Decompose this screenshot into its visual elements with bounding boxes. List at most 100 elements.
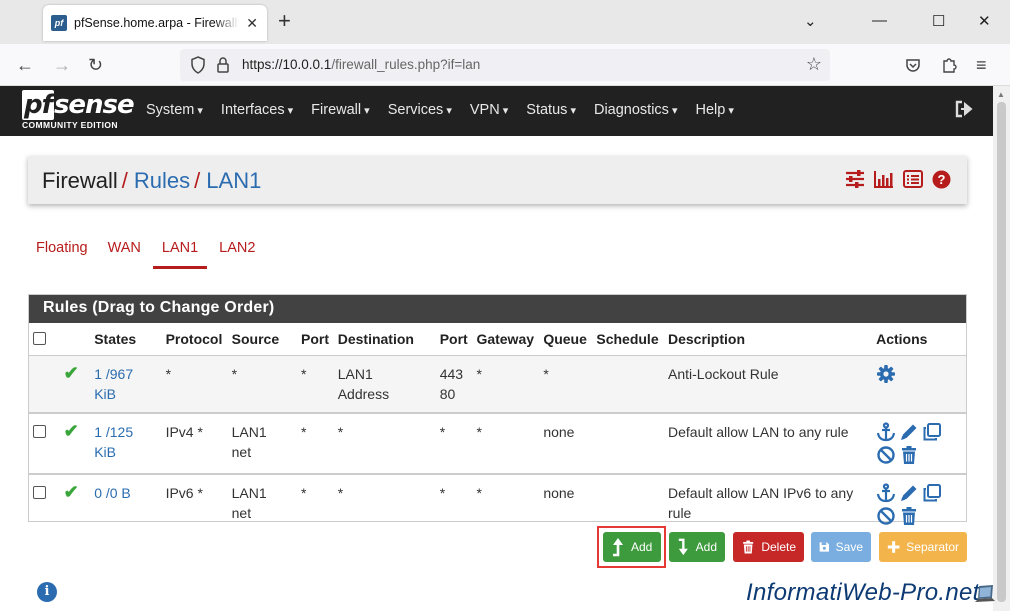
minimize-icon[interactable]: —: [872, 12, 887, 29]
pfsense-logo[interactable]: pfsense COMMUNITY EDITION: [22, 90, 135, 130]
help-icon[interactable]: ?: [932, 170, 951, 189]
separator-button[interactable]: Separator: [879, 532, 967, 562]
reload-icon[interactable]: ↻: [88, 55, 103, 76]
row-checkbox[interactable]: [33, 424, 46, 438]
add-bottom-button[interactable]: Add: [669, 532, 725, 562]
dest-port-cell: 443 80: [435, 354, 473, 413]
app-menu-icon[interactable]: ≡: [976, 55, 987, 76]
destination-cell: *: [333, 411, 436, 474]
schedule-cell: [592, 354, 664, 413]
tab-lan1[interactable]: LAN1: [152, 232, 208, 269]
port-cell: *: [297, 472, 334, 534]
interface-tabs: Floating WAN LAN1 LAN2: [28, 232, 267, 269]
col-gateway: Gateway: [476, 330, 535, 347]
info-icon[interactable]: i: [37, 582, 57, 602]
scrollbar-thumb[interactable]: [997, 102, 1006, 602]
table-row[interactable]: ✔ 0 /0 B IPv6 * LAN1 net * * * * none Def…: [29, 472, 966, 534]
pass-check-icon: ✔: [63, 362, 79, 383]
table-row[interactable]: ✔ 1 /125 KiB IPv4 * LAN1 net * * * * none …: [29, 411, 966, 474]
anchor-icon[interactable]: [876, 482, 896, 503]
anchor-icon[interactable]: [876, 421, 896, 442]
copy-icon[interactable]: [922, 483, 942, 503]
menu-firewall[interactable]: Firewall: [311, 102, 370, 118]
gear-icon[interactable]: [876, 364, 896, 384]
table-row[interactable]: ✔ 1 /967 KiB * * * LAN1 Address 443 80 * * …: [29, 354, 966, 413]
menu-services[interactable]: Services: [388, 102, 452, 118]
protocol-cell: *: [161, 354, 228, 413]
sliders-icon[interactable]: [845, 170, 865, 188]
menu-interfaces[interactable]: Interfaces: [221, 102, 293, 118]
tracking-shield-icon[interactable]: [190, 56, 206, 74]
close-window-icon[interactable]: ✕: [978, 12, 991, 30]
row-checkbox[interactable]: [33, 485, 46, 499]
bar-chart-icon[interactable]: [874, 170, 894, 188]
bookmark-star-icon[interactable]: ☆: [806, 54, 822, 75]
gateway-cell: *: [472, 411, 540, 474]
svg-text:?: ?: [938, 172, 946, 187]
extensions-icon[interactable]: [941, 56, 957, 74]
tab-list-chevron-icon[interactable]: ⌄: [804, 12, 817, 30]
laptop-logo-icon: [975, 585, 995, 602]
pass-check-icon: ✔: [63, 481, 79, 502]
description-cell: Default allow LAN to any rule: [664, 411, 873, 474]
forward-icon[interactable]: →: [53, 55, 71, 76]
rules-panel-title: Rules (Drag to Change Order): [29, 295, 966, 323]
new-tab-icon[interactable]: +: [278, 10, 291, 32]
menu-status[interactable]: Status: [526, 102, 576, 118]
col-source: Source: [231, 330, 280, 347]
rules-panel: Rules (Drag to Change Order) States Prot…: [28, 294, 967, 534]
back-icon[interactable]: ←: [16, 55, 34, 76]
states-cell[interactable]: 1 /967 KiB: [90, 354, 162, 413]
col-queue: Queue: [543, 330, 587, 347]
tab-lan2[interactable]: LAN2: [211, 232, 263, 269]
dest-port-cell: *: [435, 472, 473, 534]
gateway-cell: *: [472, 354, 540, 413]
maximize-icon[interactable]: ☐: [932, 12, 945, 30]
col-destination: Destination: [337, 330, 414, 347]
pfsense-navbar: pfsense COMMUNITY EDITION System Interfa…: [0, 86, 993, 136]
browser-tab-title: pfSense.home.arpa - Firewall: Rules: LAN…: [74, 16, 239, 30]
select-all-checkbox[interactable]: [33, 332, 46, 346]
edit-pencil-icon[interactable]: [899, 483, 919, 503]
disable-ban-icon[interactable]: [876, 506, 896, 526]
menu-diagnostics[interactable]: Diagnostics: [594, 102, 678, 118]
states-cell[interactable]: 0 /0 B: [90, 472, 162, 534]
schedule-cell: [592, 472, 664, 534]
floppy-disk-icon: [819, 542, 829, 552]
add-top-button[interactable]: Add: [603, 532, 661, 562]
page-content: Firewall / Rules / LAN1 ? Floating WAN LAN1 …: [0, 136, 995, 611]
delete-button[interactable]: Delete: [733, 532, 804, 562]
states-cell[interactable]: 1 /125 KiB: [90, 411, 162, 474]
col-port: Port: [301, 330, 329, 347]
pocket-icon[interactable]: [905, 57, 921, 73]
breadcrumb-rules[interactable]: Rules: [134, 168, 190, 193]
tab-floating[interactable]: Floating: [28, 232, 96, 269]
trash-icon[interactable]: [899, 445, 919, 465]
source-cell: LAN1 net: [227, 472, 297, 534]
scroll-up-icon[interactable]: ▲: [997, 90, 1005, 99]
address-bar[interactable]: https://10.0.0.1/firewall_rules.php?if=l…: [180, 49, 830, 81]
copy-icon[interactable]: [922, 422, 942, 442]
source-cell: *: [227, 354, 297, 413]
trash-icon[interactable]: [899, 506, 919, 526]
tab-wan[interactable]: WAN: [100, 232, 149, 269]
menu-help[interactable]: Help: [696, 102, 734, 118]
breadcrumb-lan1[interactable]: LAN1: [206, 168, 261, 193]
logout-icon[interactable]: [955, 100, 973, 118]
list-icon[interactable]: [903, 170, 923, 188]
close-tab-icon[interactable]: ✕: [246, 15, 258, 32]
lock-icon[interactable]: [216, 56, 230, 74]
menu-system[interactable]: System: [146, 102, 203, 118]
pfsense-favicon-icon: pf: [51, 15, 67, 31]
disable-ban-icon[interactable]: [876, 445, 896, 465]
browser-tab[interactable]: pf pfSense.home.arpa - Firewall: Rules: …: [43, 5, 267, 41]
menu-vpn[interactable]: VPN: [470, 102, 508, 118]
edit-pencil-icon[interactable]: [899, 422, 919, 442]
save-button[interactable]: Save: [811, 532, 871, 562]
page-scrollbar[interactable]: ▲: [993, 86, 1010, 611]
table-header-row: States Protocol Source Port Destination …: [29, 323, 966, 355]
col-schedule: Schedule: [596, 330, 659, 347]
port-cell: *: [297, 411, 334, 474]
watermark-text: InformatiWeb-Pro.net: [746, 579, 980, 606]
arrow-up-turn-icon: [613, 538, 623, 557]
